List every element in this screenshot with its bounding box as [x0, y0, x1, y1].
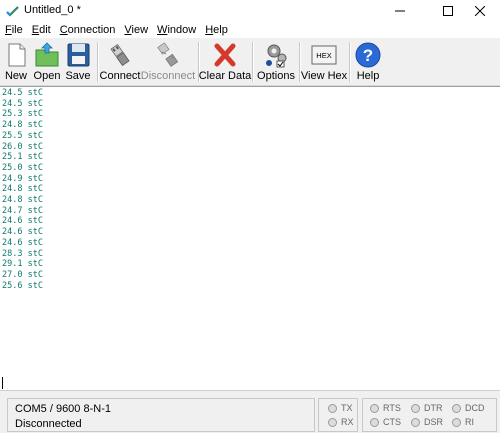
terminal-line: 24.6 stC	[2, 227, 43, 238]
terminal-line: 29.1 stC	[2, 259, 43, 270]
toolbar-separator	[252, 42, 254, 82]
terminal-line: 24.6 stC	[2, 237, 43, 248]
app-icon	[6, 6, 19, 17]
dtr-label: DTR	[424, 403, 443, 413]
open-button[interactable]: Open	[33, 39, 61, 83]
hex-icon-text: HEX	[316, 51, 331, 60]
menu-window-rest: indow	[167, 24, 197, 36]
dsr-label: DSR	[424, 417, 444, 427]
menu-view[interactable]: View	[119, 22, 152, 38]
plug-connected-icon	[110, 43, 130, 67]
terminal-line: 27.0 stC	[2, 269, 43, 280]
cts-label: CTS	[383, 417, 401, 427]
ri-led	[452, 418, 461, 427]
terminal-lines: 24.5 stC 24.5 stC 25.3 stC 24.8 stC 25.5 stC…	[2, 88, 43, 291]
connect-label: Connect	[99, 70, 141, 82]
dcd-led	[452, 404, 461, 413]
save-disk-icon	[67, 43, 90, 67]
save-label: Save	[65, 70, 91, 82]
menu-connection-rest: onnection	[67, 24, 116, 36]
terminal-line: 24.6 stC	[2, 216, 43, 227]
terminal-line: 24.8 stC	[2, 120, 43, 131]
rx-label: RX	[341, 417, 354, 427]
window-title: Untitled_0 *	[24, 4, 81, 16]
menu-edit-rest: dit	[39, 24, 51, 36]
txrx-indicators: TX RX	[318, 398, 358, 432]
disconnect-label: Disconnect	[140, 70, 196, 82]
connection-status-panel: COM5 / 9600 8-N-1 Disconnected	[7, 398, 315, 432]
title-bar: Untitled_0 *	[0, 0, 500, 23]
status-bar: COM5 / 9600 8-N-1 Disconnected TX RX RTS…	[0, 390, 500, 433]
menu-window[interactable]: Window	[152, 22, 200, 38]
plug-disconnected-icon	[157, 42, 179, 67]
menu-help-rest: elp	[213, 24, 228, 36]
terminal-line: 25.1 stC	[2, 152, 43, 163]
terminal-line: 28.3 stC	[2, 248, 43, 259]
svg-text:?: ?	[363, 46, 373, 65]
terminal-line: 24.8 stC	[2, 195, 43, 206]
menu-view-rest: iew	[131, 24, 149, 36]
help-label: Help	[356, 70, 380, 82]
save-button[interactable]: Save	[64, 39, 92, 83]
connect-button[interactable]: Connect	[99, 39, 141, 83]
terminal-line: 25.6 stC	[2, 280, 43, 291]
menu-help[interactable]: Help	[200, 22, 232, 38]
terminal-line: 25.5 stC	[2, 130, 43, 141]
toolbar: New Open Save Connect Disconnect Clear D…	[0, 38, 500, 86]
terminal-output[interactable]: 24.5 stC 24.5 stC 25.3 stC 24.8 stC 25.5 stC…	[0, 86, 500, 390]
rts-label: RTS	[383, 403, 401, 413]
new-button[interactable]: New	[3, 39, 29, 83]
hex-icon: HEX	[311, 45, 337, 65]
handshake-indicators: RTS CTS DTR DSR DCD RI	[362, 398, 497, 432]
maximize-icon	[443, 6, 453, 16]
terminal-line: 24.7 stC	[2, 205, 43, 216]
port-settings: COM5 / 9600 8-N-1	[15, 403, 111, 415]
terminal-line: 24.9 stC	[2, 173, 43, 184]
clear-x-icon	[214, 43, 236, 67]
clear-data-button[interactable]: Clear Data	[199, 39, 251, 83]
menu-file[interactable]: File	[0, 22, 27, 38]
tx-led	[328, 404, 337, 413]
new-label: New	[4, 70, 27, 82]
dcd-label: DCD	[465, 403, 485, 413]
rx-led	[328, 418, 337, 427]
tx-label: TX	[341, 403, 353, 413]
terminal-line: 25.0 stC	[2, 162, 43, 173]
menu-connection[interactable]: Connection	[55, 22, 120, 38]
cts-led	[370, 418, 379, 427]
terminal-line: 26.0 stC	[2, 141, 43, 152]
connection-state: Disconnected	[15, 418, 82, 430]
terminal-line: 25.3 stC	[2, 109, 43, 120]
options-label: Options	[257, 70, 295, 82]
help-button[interactable]: ? Help	[354, 39, 382, 83]
menu-bar: File Edit Connection View Window Help	[0, 22, 500, 38]
dsr-led	[411, 418, 420, 427]
options-button[interactable]: Options	[257, 39, 295, 83]
view-hex-label: View Hex	[300, 70, 348, 82]
dtr-led	[411, 404, 420, 413]
close-window-button[interactable]	[460, 0, 500, 22]
terminal-line: 24.8 stC	[2, 184, 43, 195]
view-hex-button[interactable]: HEX View Hex	[300, 39, 348, 83]
close-icon	[475, 6, 485, 16]
terminal-line: 24.5 stC	[2, 98, 43, 109]
toolbar-separator	[349, 42, 351, 82]
clear-data-label: Clear Data	[198, 70, 252, 82]
options-gear-icon	[266, 44, 287, 68]
terminal-line: 24.5 stC	[2, 88, 43, 98]
menu-file-rest: ile	[11, 24, 23, 36]
text-cursor	[2, 377, 3, 389]
ri-label: RI	[465, 417, 474, 427]
help-question-icon: ?	[355, 42, 381, 68]
open-label: Open	[33, 70, 61, 82]
open-folder-icon	[35, 42, 59, 67]
menu-edit[interactable]: Edit	[27, 22, 55, 38]
minimize-icon	[395, 10, 405, 12]
rts-led	[370, 404, 379, 413]
disconnect-button[interactable]: Disconnect	[140, 39, 196, 83]
new-file-icon	[8, 43, 26, 67]
minimize-button[interactable]	[380, 0, 420, 22]
